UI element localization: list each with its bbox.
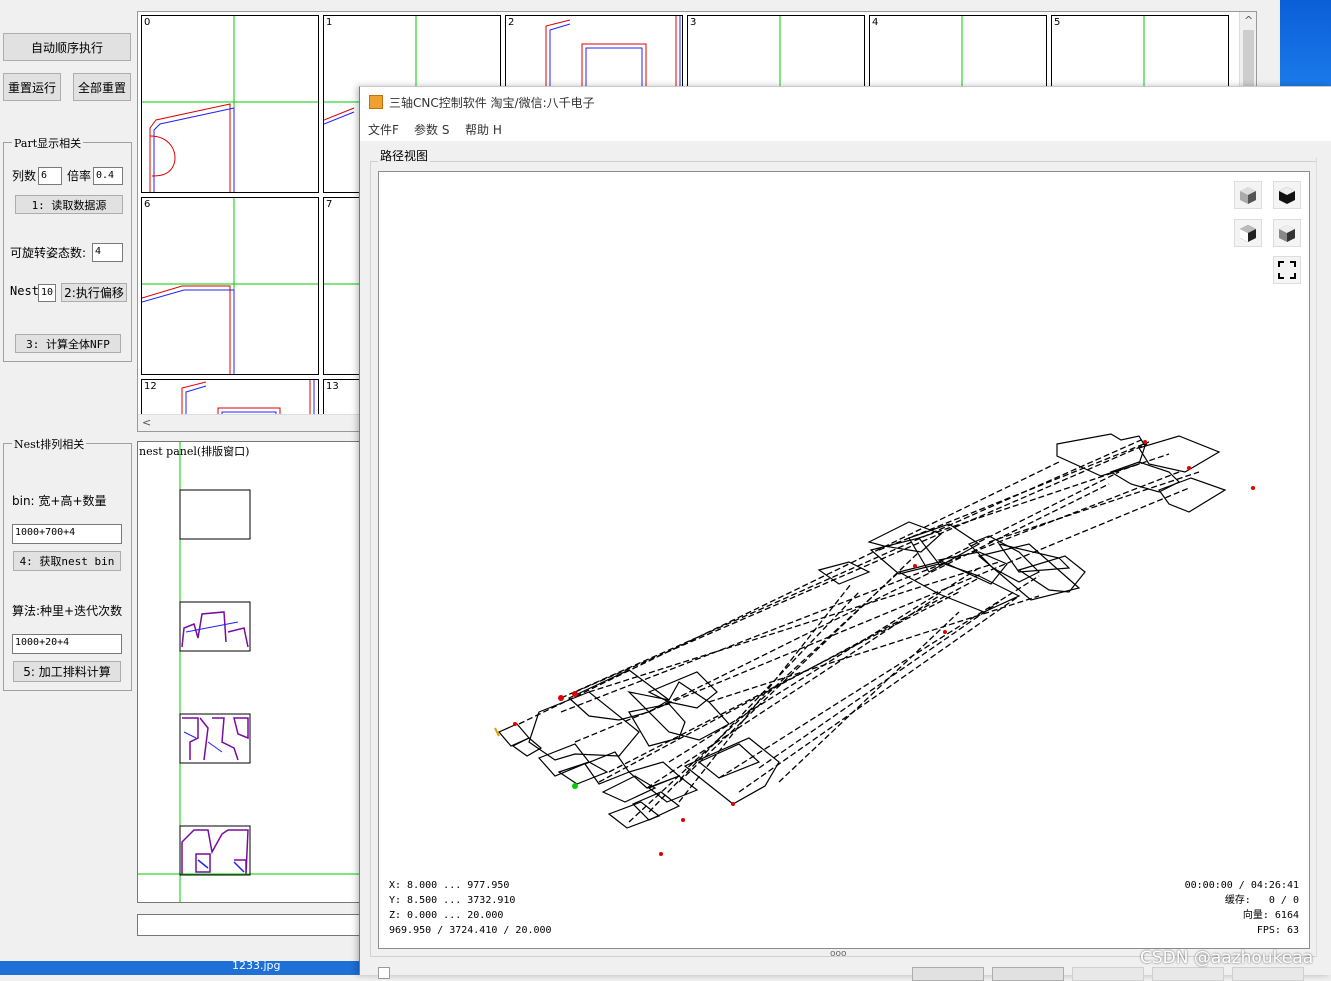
part-shape	[142, 198, 318, 374]
nest-arrange-group: Nest排列相关 bin: 宽+高+数量 1000+700+4 4: 获取nes…	[3, 436, 132, 691]
button-1[interactable]	[912, 967, 984, 981]
auto-sequence-button[interactable]: 自动顺序执行	[3, 33, 131, 61]
offset-button[interactable]: 2:执行偏移	[61, 283, 127, 302]
fps-counter: FPS: 63	[1256, 925, 1299, 936]
y-range: Y: 8.500 ... 3732.910	[389, 895, 516, 906]
elapsed-time: 00:00:00 / 04:26:41	[1184, 880, 1299, 891]
menu-bar: 文件F 参数 S 帮助 H	[360, 117, 1331, 141]
z-range: Z: 0.000 ... 20.000	[389, 910, 504, 921]
compute-nfp-button[interactable]: 3: 计算全体NFP	[15, 334, 121, 353]
part-group-title: Part显示相关	[12, 135, 84, 151]
x-range: X: 8.000 ... 977.950	[389, 880, 510, 891]
fullscreen-icon	[1278, 261, 1296, 279]
part-cell[interactable]: 6	[141, 197, 319, 375]
nest-panel: nest panel(排版窗口)	[137, 441, 367, 903]
nesting-compute-button[interactable]: 5: 加工排料计算	[13, 661, 121, 682]
button-3[interactable]	[1072, 967, 1144, 981]
total-extent: 969.950 / 3724.410 / 20.000	[389, 925, 552, 936]
scroll-up-icon[interactable]: ^	[1244, 14, 1253, 27]
desktop-background	[1280, 0, 1331, 86]
menu-params[interactable]: 参数 S	[414, 121, 449, 138]
part-index: 13	[326, 381, 339, 392]
bin-label: bin: 宽+高+数量	[12, 494, 107, 508]
cube-icon	[1240, 187, 1256, 204]
rotation-label: 可旋转姿态数:	[10, 246, 87, 260]
cache-count: 缓存: 0 / 0	[1224, 895, 1299, 906]
path-viewport[interactable]: X: 8.000 ... 977.950 Y: 8.500 ... 3732.91…	[378, 171, 1310, 949]
right-edge-strip	[1316, 157, 1331, 957]
checkbox[interactable]	[378, 967, 390, 979]
rotation-input[interactable]: 4	[92, 243, 123, 262]
scroll-left-icon[interactable]: <	[142, 416, 151, 429]
cols-input[interactable]: 6	[38, 167, 62, 185]
read-data-button[interactable]: 1: 读取数据源	[15, 195, 123, 214]
scale-label: 倍率	[67, 169, 92, 183]
part-display-group: Part显示相关 列数 6 倍率 0.4 1: 读取数据源 可旋转姿态数: 4 …	[3, 135, 132, 362]
window-title: 三轴CNC控制软件 淘宝/微信:八千电子	[389, 96, 595, 110]
coords-readout: X: 8.000 ... 977.950 Y: 8.500 ... 3732.91…	[389, 878, 552, 938]
cnc-titlebar[interactable]: 三轴CNC控制软件 淘宝/微信:八千电子	[360, 87, 1331, 117]
cols-label: 列数	[12, 169, 37, 183]
view-iso-dark-button[interactable]	[1273, 181, 1301, 209]
fullscreen-button[interactable]	[1273, 256, 1301, 284]
part-cell[interactable]: 0	[141, 15, 319, 193]
taskbar: 1233.jpg	[0, 959, 360, 975]
nest-bins-drawing	[138, 442, 366, 902]
taskbar-file-label: 1233.jpg	[232, 959, 281, 972]
path-view-label: 路径视图	[378, 147, 431, 164]
button-2[interactable]	[992, 967, 1064, 981]
nest-input[interactable]: 10	[38, 284, 56, 302]
cube-icon	[1279, 187, 1295, 204]
menu-file[interactable]: 文件F	[368, 121, 399, 138]
bin-input[interactable]: 1000+700+4	[12, 524, 122, 544]
button-5[interactable]	[1232, 967, 1304, 981]
vector-count: 向量: 6164	[1242, 910, 1299, 921]
get-nest-bin-button[interactable]: 4: 获取nest bin	[13, 551, 121, 571]
algo-input[interactable]: 1000+20+4	[12, 634, 122, 654]
view-front-button[interactable]	[1234, 219, 1262, 247]
scale-input[interactable]: 0.4	[93, 167, 123, 185]
reset-all-button[interactable]: 全部重置	[73, 73, 131, 101]
toolpath-drawing	[494, 433, 1255, 856]
splitter-handle[interactable]: ooo	[830, 949, 847, 959]
menu-help[interactable]: 帮助 H	[465, 121, 502, 138]
cube-icon	[1240, 225, 1256, 242]
algo-label: 算法:种里+迭代次数	[12, 604, 123, 618]
rerun-button[interactable]: 重置运行	[3, 73, 61, 101]
cube-icon	[1279, 225, 1295, 242]
cnc-window: 三轴CNC控制软件 淘宝/微信:八千电子 文件F 参数 S 帮助 H 路径视图	[359, 86, 1331, 981]
status-readout: 00:00:00 / 04:26:41 缓存: 0 / 0 向量: 6164 FPS:…	[1185, 878, 1299, 938]
app-icon	[369, 95, 383, 109]
nest-group-title: Nest排列相关	[12, 436, 87, 452]
nest-label: Nest	[10, 284, 39, 298]
watermark: CSDN @aazhoukeaa	[1140, 948, 1314, 968]
button-4[interactable]	[1152, 967, 1224, 981]
status-textbox[interactable]	[137, 914, 367, 936]
view-side-button[interactable]	[1273, 219, 1301, 247]
part-shape	[142, 16, 318, 192]
view-iso-light-button[interactable]	[1234, 181, 1262, 209]
